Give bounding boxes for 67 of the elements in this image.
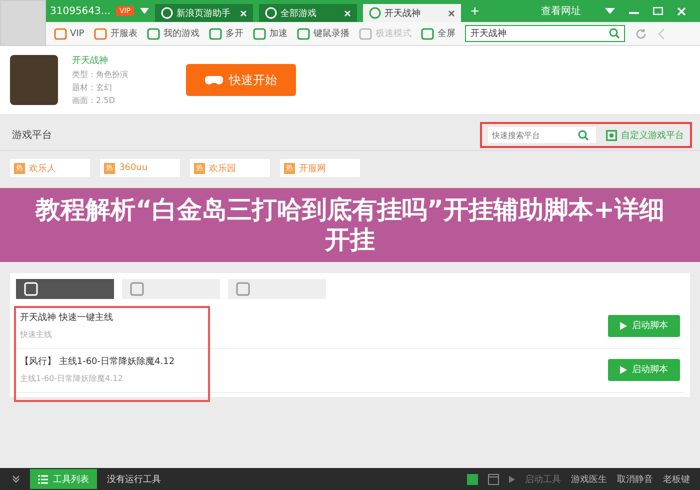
platform-search-box[interactable]: 快速搜索平台 xyxy=(488,127,596,143)
caret-icon[interactable] xyxy=(140,8,149,14)
toolbar-icon xyxy=(253,28,266,40)
start-tool-button[interactable]: 启动工具 xyxy=(525,472,561,486)
tool-list-button[interactable]: 工具列表 xyxy=(30,469,97,489)
game-detail: 类型：角色扮演 xyxy=(72,69,129,80)
toolbar-icon xyxy=(94,28,108,40)
start-script-button[interactable]: 启动脚本 xyxy=(608,314,680,336)
custom-platform-button[interactable]: 自定义游戏平台 xyxy=(606,128,684,142)
browser-tab[interactable]: 开天战神 xyxy=(362,4,461,22)
game-cover-placeholder xyxy=(10,55,58,105)
banner-title: 教程解析“白金岛三打哈到底有挂吗”开挂辅助脚本+详细开挂 xyxy=(34,195,666,255)
toolbar-icon xyxy=(54,28,67,40)
toolbar-item[interactable]: VIP xyxy=(54,28,84,40)
dropdown-icon[interactable] xyxy=(605,7,615,15)
collapse-icon[interactable] xyxy=(12,475,20,483)
play-icon xyxy=(620,322,627,330)
toolbar-item[interactable]: 加速 xyxy=(253,27,288,40)
script-subtitle: 快速主线 xyxy=(20,329,53,340)
toolbar-item[interactable]: 开服表 xyxy=(94,27,138,40)
game-name: 开天战神 xyxy=(72,54,109,67)
panel-icon[interactable] xyxy=(467,474,478,484)
quick-start-button[interactable]: 快速开始 xyxy=(186,64,296,96)
game-detail: 题材：玄幻 xyxy=(72,82,113,93)
browser-tab[interactable]: 全部游戏 xyxy=(258,4,357,22)
toolbar-icon xyxy=(297,28,310,40)
play-icon xyxy=(509,476,515,482)
script-subtitle: 主线1-60-日常降妖除魔4.12 xyxy=(20,373,124,384)
maximize-icon[interactable] xyxy=(653,7,663,15)
square-target-icon xyxy=(606,130,617,140)
toolbar-icon xyxy=(209,28,222,40)
toolbar-icon xyxy=(147,28,160,40)
new-tab-button[interactable]: + xyxy=(466,2,484,20)
circle-icon xyxy=(368,7,381,19)
section-title: 游戏平台 xyxy=(12,128,52,142)
circle-icon xyxy=(160,7,173,19)
search-icon[interactable] xyxy=(578,130,589,140)
script-title: 【风行】 主线1-60-日常降妖除魔4.12 xyxy=(20,356,175,368)
game-doctor-button[interactable]: 游戏医生 xyxy=(571,472,607,486)
list-icon xyxy=(38,474,48,484)
window-icon[interactable] xyxy=(488,474,499,484)
toolbar-icon xyxy=(421,28,434,40)
tool-status: 没有运行工具 xyxy=(107,474,161,486)
close-icon[interactable] xyxy=(448,10,455,16)
script-title: 开天战神 快速一键主线 xyxy=(20,312,113,324)
start-script-button[interactable]: 启动脚本 xyxy=(608,358,680,380)
toolbar-item[interactable]: 全屏 xyxy=(421,27,456,40)
view-address-button[interactable]: 查看网址 xyxy=(535,3,587,19)
search-field[interactable]: 开天战神 xyxy=(465,25,626,42)
account-id: 31095643... xyxy=(50,6,110,16)
gamepad-icon xyxy=(205,73,223,87)
browser-tab[interactable]: 新浪页游助手 xyxy=(154,4,253,22)
boss-key-button[interactable]: 老板键 xyxy=(663,472,690,486)
tab-icon xyxy=(130,282,144,296)
tab-icon xyxy=(236,282,250,296)
tab-icon xyxy=(24,282,38,296)
script-tab[interactable] xyxy=(16,279,114,299)
toolbar-item[interactable]: 我的游戏 xyxy=(147,27,200,40)
unmute-button[interactable]: 取消静音 xyxy=(617,472,653,486)
game-detail: 画面：2.5D xyxy=(72,95,116,106)
toolbar-item[interactable]: 多开 xyxy=(209,27,244,40)
toolbar-icon xyxy=(359,28,372,40)
search-icon[interactable] xyxy=(609,28,620,39)
refresh-icon[interactable] xyxy=(635,28,648,40)
circle-icon xyxy=(264,7,277,19)
play-icon xyxy=(620,366,627,374)
toolbar-item[interactable]: 键鼠录播 xyxy=(297,27,350,40)
